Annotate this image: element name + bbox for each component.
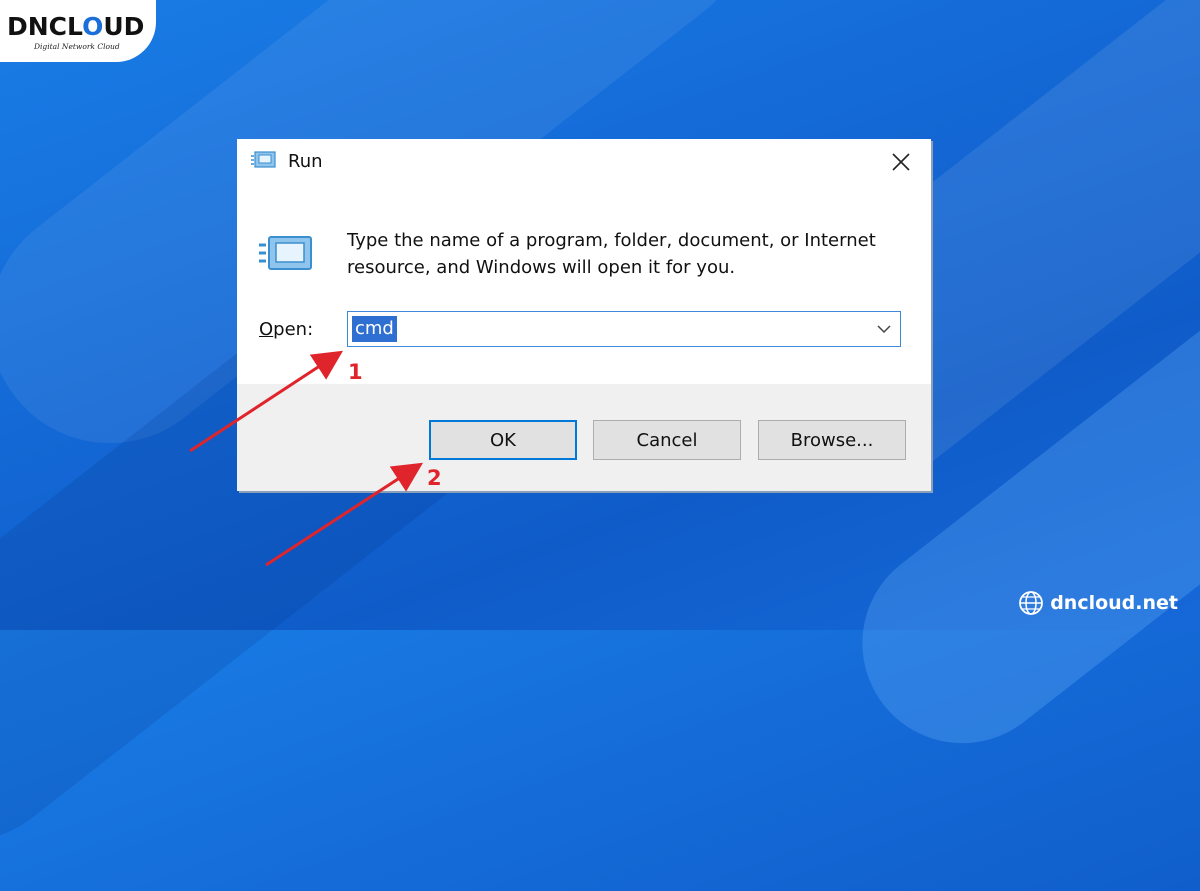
chevron-down-icon[interactable] [876,322,892,336]
dialog-title: Run [288,151,323,172]
dncloud-logo: DNCLOUD Digital Network Cloud [0,0,156,62]
cancel-button[interactable]: Cancel [593,420,741,460]
ok-button[interactable]: OK [429,420,577,460]
run-dialog: Run Type the name of a program, folder, … [237,139,931,491]
logo-globe-letter: O [82,12,104,41]
title-bar[interactable]: Run [237,139,931,185]
close-icon [892,153,910,171]
dialog-description: Type the name of a program, folder, docu… [347,230,876,278]
logo-wordmark: DNCLOUD [7,12,145,41]
close-button[interactable] [871,139,931,185]
logo-tagline: Digital Network Cloud [34,42,120,51]
website-badge: dncloud.net [1018,590,1178,616]
open-combobox[interactable]: cmd [347,311,901,347]
browse-button[interactable]: Browse... [758,420,906,460]
globe-icon [1019,591,1044,615]
open-input-value[interactable]: cmd [352,316,397,342]
run-icon [251,151,276,168]
step-number-2: 2 [427,466,442,490]
step-number-1: 1 [348,360,363,384]
dialog-button-bar: OK Cancel Browse... [237,384,931,491]
open-label: Open: [259,319,314,340]
website-url: dncloud.net [1050,592,1178,614]
run-icon [259,236,312,270]
